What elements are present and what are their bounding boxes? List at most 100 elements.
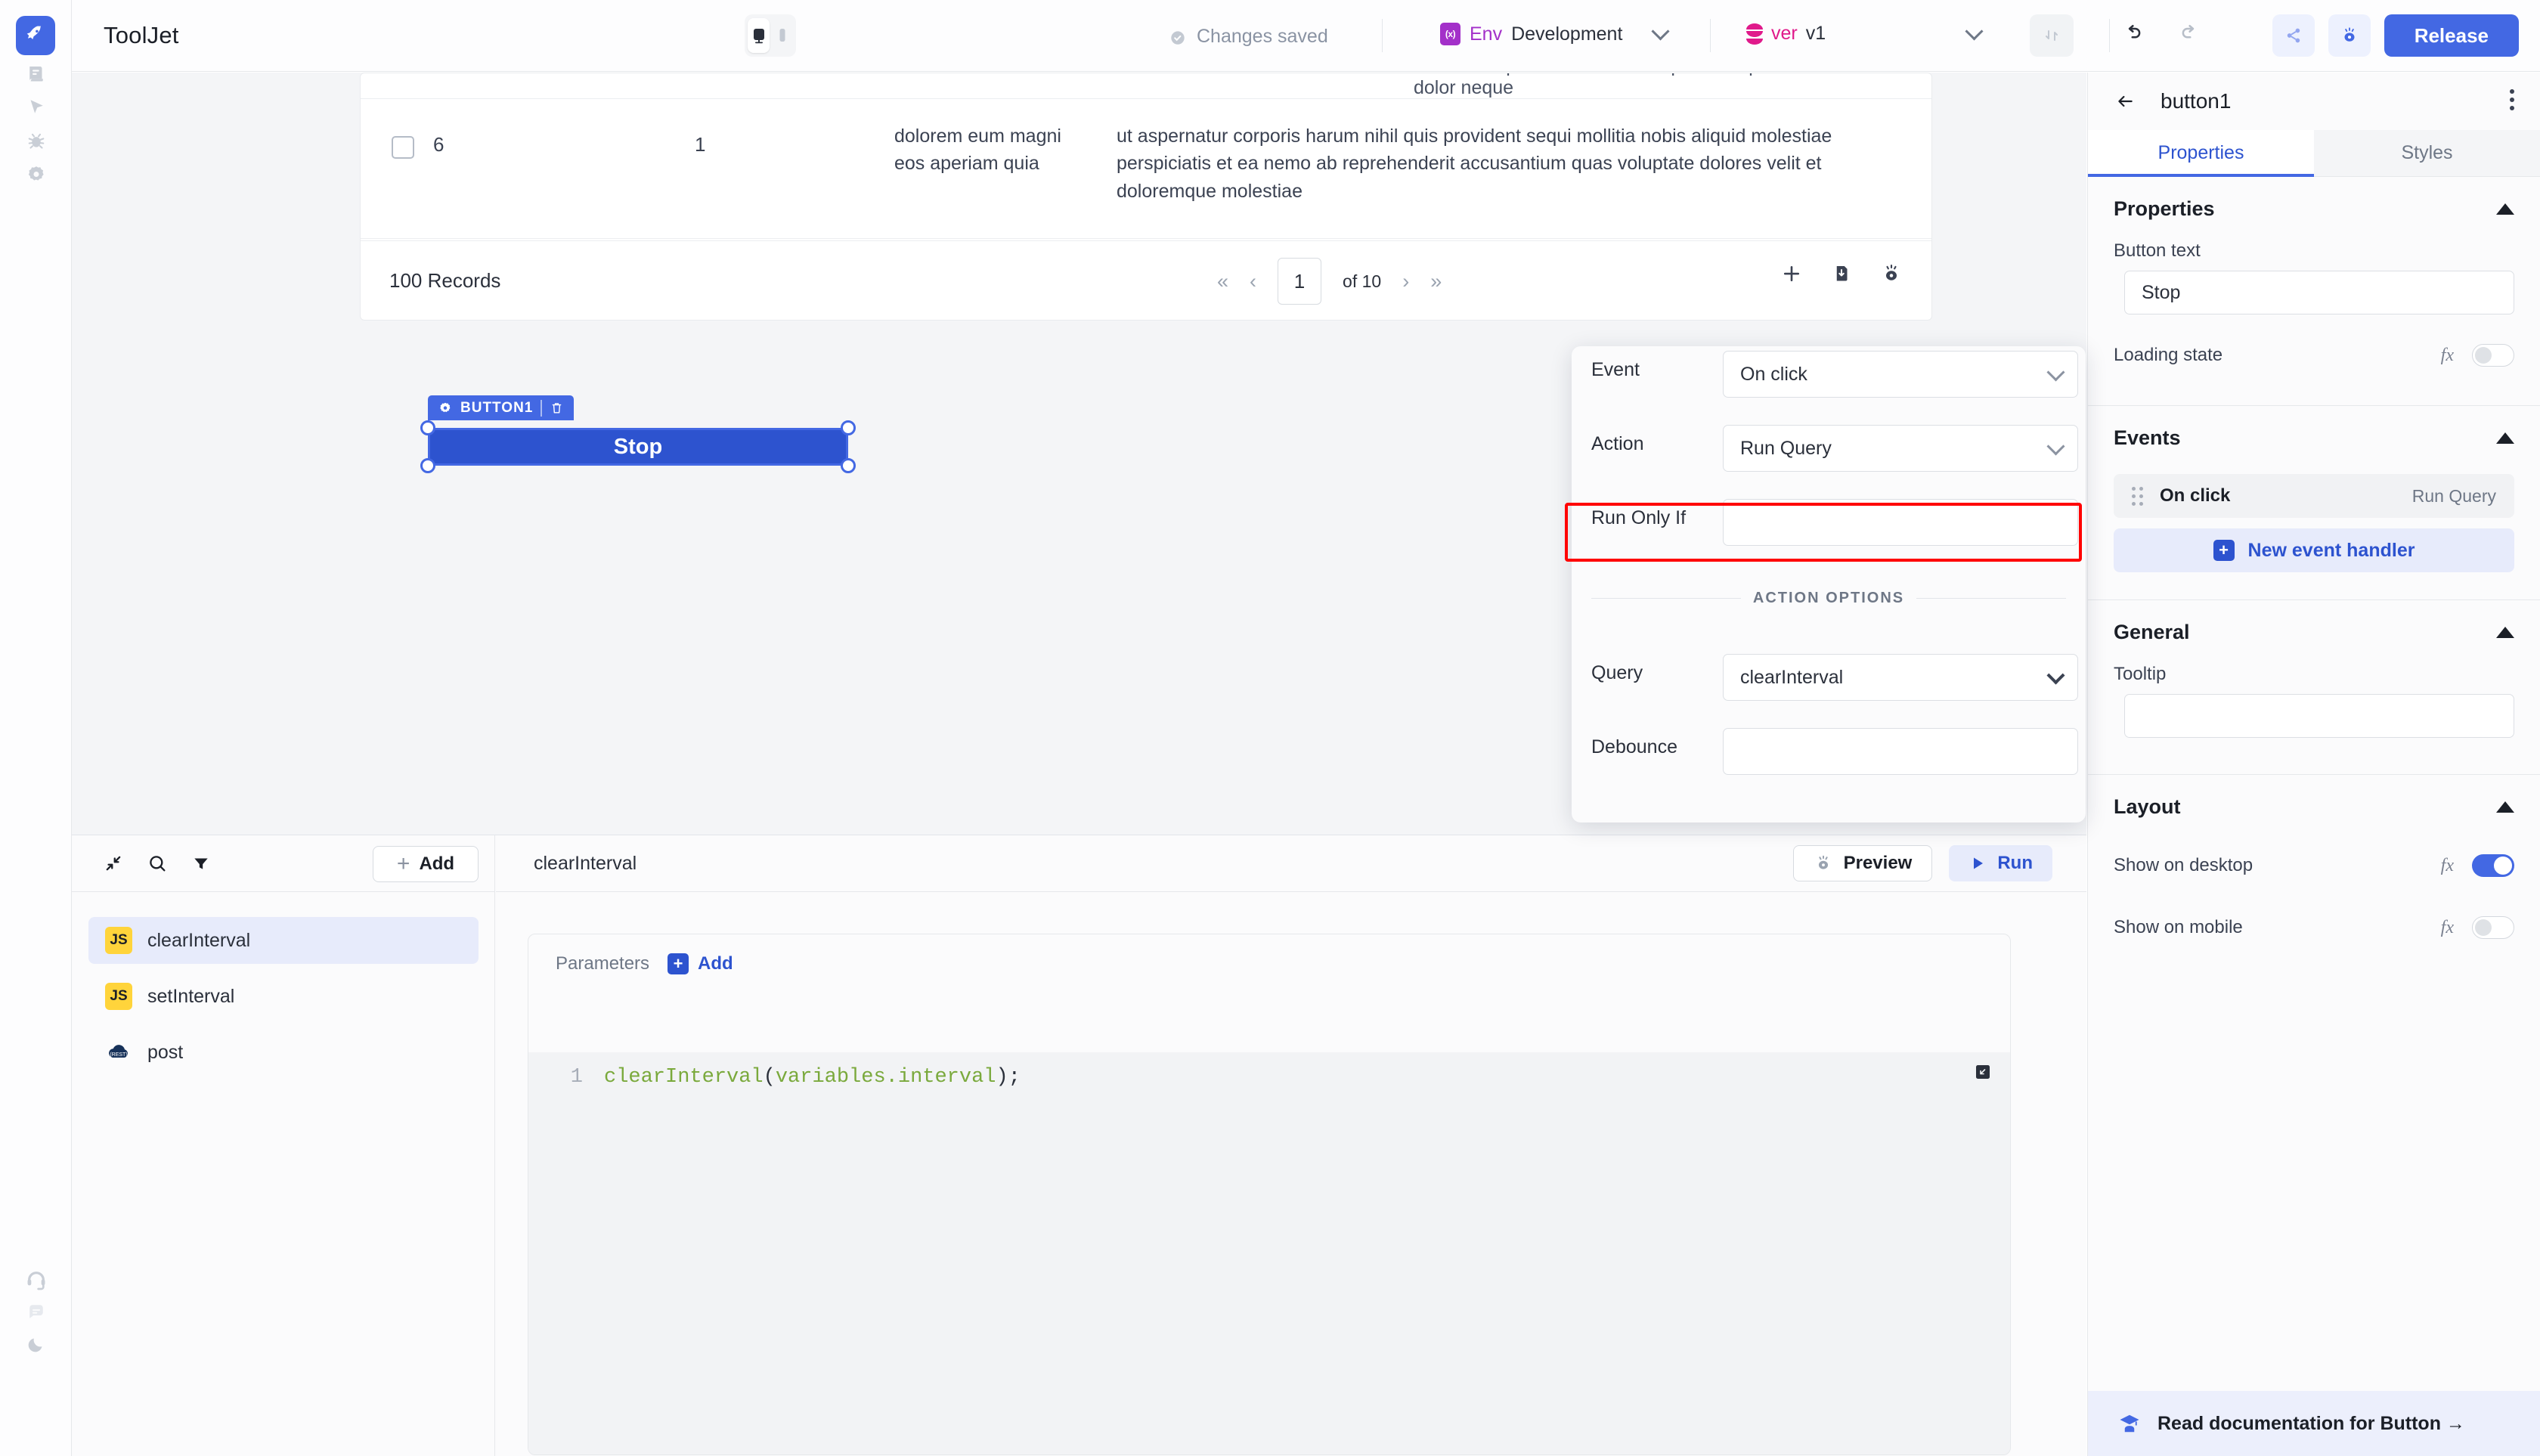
resize-handle-bottom-left[interactable] [420,458,435,473]
last-page-button[interactable]: » [1430,270,1442,293]
table-row[interactable]: 6 1 dolorem eum magni eos aperiam quia u… [361,99,1931,239]
top-right-actions: Release [2272,14,2519,57]
rocket-icon [16,16,55,55]
trash-icon[interactable] [550,401,564,415]
add-query-button[interactable]: + Add [373,846,479,882]
query-list-item-post[interactable]: (REST) post [88,1029,479,1076]
query-select-value: clearInterval [1740,666,1844,688]
redo-icon[interactable] [2176,21,2202,44]
action-select[interactable]: Run Query [1723,425,2078,472]
fx-toggle-show-on-mobile[interactable]: fx [2441,918,2454,938]
query-list-item-clearinterval[interactable]: JS clearInterval [88,917,479,964]
section-header-general[interactable]: General [2088,600,2540,664]
button-text-input[interactable]: Stop [2124,271,2514,314]
sidebar-item-settings[interactable] [0,152,72,197]
js-icon: JS [105,927,132,954]
moon-icon [28,1338,42,1352]
action-options-header: ACTION OPTIONS [1752,590,1905,606]
share-icon [2287,28,2300,43]
app-title: ToolJet [104,22,179,48]
desktop-view-button[interactable] [748,18,770,53]
sidebar-item-dark-mode[interactable] [0,1321,72,1367]
preview-app-button[interactable] [2328,14,2371,57]
gear-icon[interactable] [438,401,453,416]
loading-state-label: Loading state [2114,345,2223,365]
back-arrow-icon[interactable] [2114,91,2136,111]
new-event-handler-button[interactable]: + New event handler [2114,528,2514,572]
tab-properties[interactable]: Properties [2088,130,2314,177]
event-select-value: On click [1740,363,1807,385]
query-list-item-setinterval[interactable]: JS setInterval [88,973,479,1020]
tooltip-input[interactable] [2124,694,2514,738]
run-only-if-input[interactable] [1723,499,2078,546]
button-widget[interactable]: Stop [428,428,848,466]
add-row-icon[interactable] [1780,262,1803,285]
event-handler-row[interactable]: On click Run Query [2114,474,2514,518]
plus-icon: + [396,851,410,876]
version-selector[interactable]: ver v1 [1746,23,1826,45]
query-field-label: Query [1591,662,1643,683]
code-token-function: clearInterval [604,1066,764,1089]
loading-state-toggle[interactable] [2472,344,2514,367]
collapse-panel-button[interactable] [91,841,135,885]
table-widget[interactable]: tem omnis possimus esse voluptatibus qui… [360,73,1932,321]
expand-editor-button[interactable] [1974,1063,1992,1085]
query-editor-header: clearInterval Preview Run [496,835,2086,892]
sync-icon [2046,30,2058,41]
tab-styles[interactable]: Styles [2314,130,2540,176]
search-icon [150,856,166,872]
prev-page-button[interactable]: ‹ [1250,270,1256,293]
next-page-button[interactable]: › [1402,270,1409,293]
search-queries-button[interactable] [135,841,179,885]
show-on-desktop-toggle[interactable] [2472,854,2514,877]
debounce-input[interactable] [1723,728,2078,775]
fx-toggle-loading-state[interactable]: fx [2441,345,2454,366]
fx-toggle-show-on-desktop[interactable]: fx [2441,856,2454,876]
drag-handle-icon[interactable] [2132,486,2143,506]
code-editor[interactable]: 1 clearInterval ( variables.interval ); [528,1052,2010,1454]
widget-selection-badge: BUTTON1 [428,395,575,420]
rest-cloud-icon: (REST) [105,1039,132,1066]
resize-handle-top-right[interactable] [841,420,856,435]
version-chevron-down-icon[interactable] [1965,22,1984,41]
row-checkbox[interactable] [392,136,414,159]
refresh-button[interactable] [2030,14,2074,57]
env-value: Development [1511,23,1623,45]
pages-icon [29,67,43,82]
show-on-mobile-toggle[interactable] [2472,916,2514,939]
add-parameter-button[interactable]: + Add [668,953,733,974]
button-text-label: Button text [2114,240,2201,261]
share-button[interactable] [2272,14,2315,57]
filter-queries-button[interactable] [179,841,223,885]
preview-query-button[interactable]: Preview [1792,845,1933,881]
environment-selector[interactable]: (x) Env Development [1440,22,1670,45]
read-documentation-link[interactable]: Read documentation for Button → [2088,1391,2540,1456]
first-page-button[interactable]: « [1217,270,1228,293]
section-header-properties[interactable]: Properties [2088,177,2540,240]
hide-columns-eye-icon[interactable] [1880,262,1903,285]
show-on-desktop-label: Show on desktop [2114,855,2253,875]
event-select[interactable]: On click [1723,351,2078,398]
query-editor-title[interactable]: clearInterval [534,853,637,875]
run-query-button[interactable]: Run [1949,845,2052,881]
parameters-bar: Parameters + Add [528,934,2010,993]
chevron-down-icon[interactable] [1651,22,1670,41]
device-preview-toggle[interactable] [745,14,796,57]
graduation-cap-icon [2120,1414,2139,1433]
divider [2109,19,2110,52]
cursor-icon [30,100,43,113]
undo-icon[interactable] [2120,21,2146,44]
section-header-layout[interactable]: Layout [2088,775,2540,838]
download-icon[interactable] [1830,262,1853,285]
query-select[interactable]: clearInterval [1723,654,2078,701]
mobile-view-button[interactable] [771,18,793,53]
chevron-up-icon [2496,801,2514,813]
section-header-events[interactable]: Events [2088,406,2540,469]
page-number-input[interactable]: 1 [1278,258,1322,305]
version-value: v1 [1805,23,1826,44]
preview-label: Preview [1843,853,1913,873]
resize-handle-top-left[interactable] [420,420,435,435]
more-options-icon[interactable] [2510,89,2514,110]
release-button[interactable]: Release [2384,14,2519,57]
resize-handle-bottom-right[interactable] [841,458,856,473]
